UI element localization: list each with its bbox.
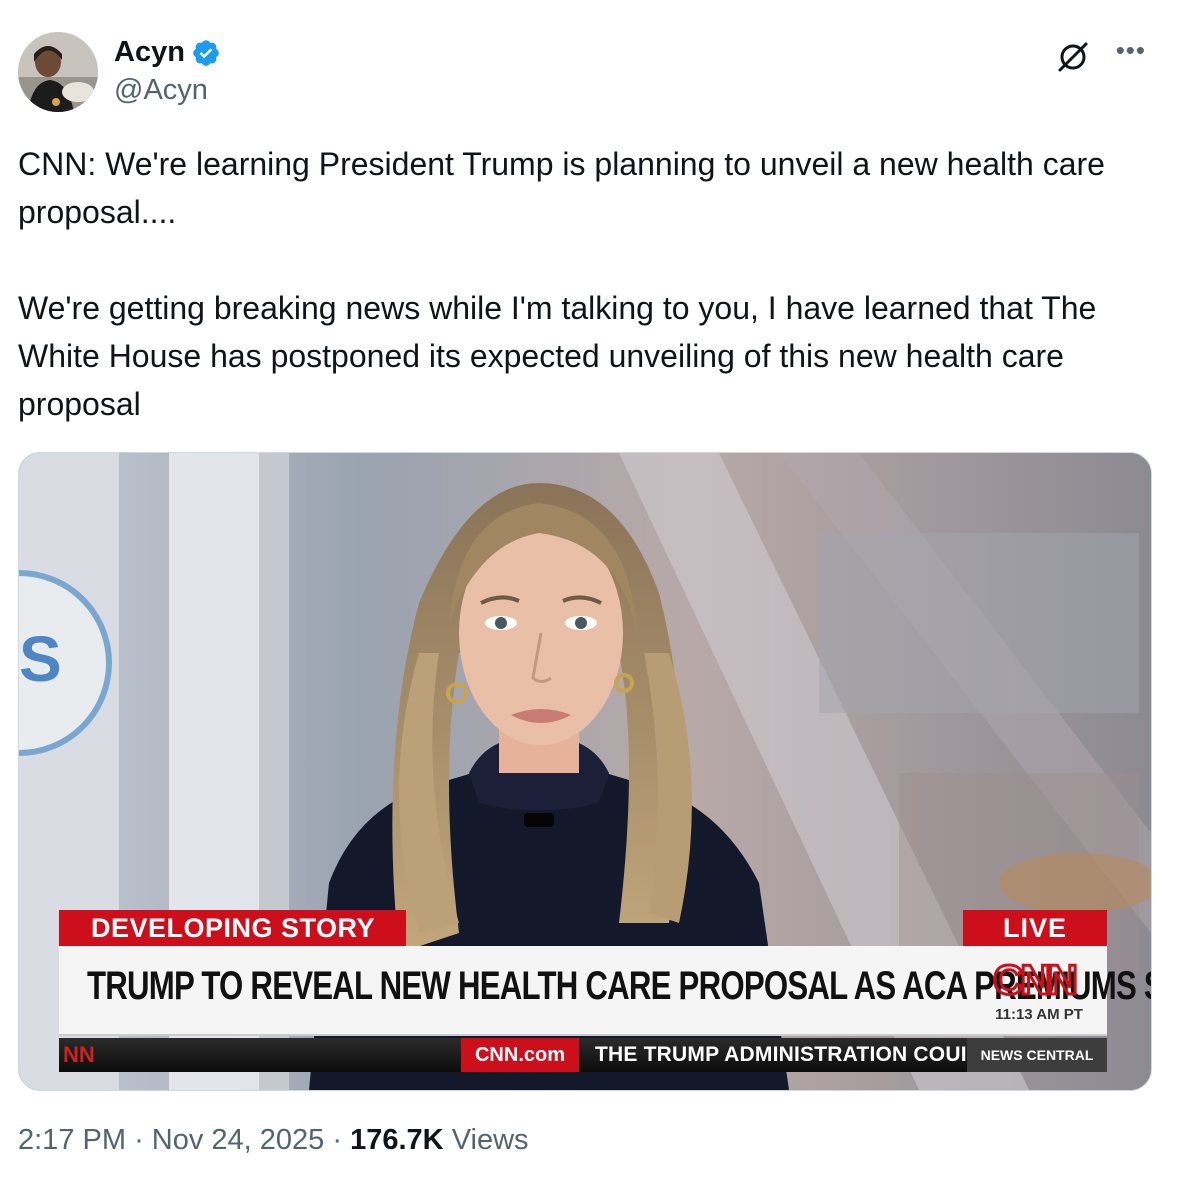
avatar[interactable] [18,32,98,112]
cnn-logo-text: CNN [993,956,1076,1002]
grok-icon[interactable] [1056,40,1090,74]
tweet-header: Acyn @Acyn ••• [18,30,1158,114]
views-count: 176.7K [350,1124,444,1156]
headline-text: TRUMP TO REVEAL NEW HEALTH CARE PROPOSAL… [87,964,1151,1008]
ticker-bar: NN CNN.com THE TRUMP ADMINISTRATION COUI… [59,1038,1107,1072]
cnn-logo: CNN [992,956,1081,1002]
video-media[interactable]: S DEVELOPING STORY LIVE TRUMP TO REVEAL … [18,452,1152,1091]
post-date[interactable]: Nov 24, 2025 [152,1124,325,1156]
tweet-meta: 2:17 PM · Nov 24, 2025 · 176.7K Views [18,1124,529,1157]
developing-story-label: DEVELOPING STORY [59,910,406,946]
author-name-row: Acyn [114,36,221,69]
meta-separator: · [134,1124,144,1156]
post-time[interactable]: 2:17 PM [18,1124,126,1156]
ticker-text: THE TRUMP ADMINISTRATION COUI [595,1043,967,1066]
author-name[interactable]: Acyn [114,36,185,69]
headline-bar: TRUMP TO REVEAL NEW HEALTH CARE PROPOSAL… [59,946,1151,1036]
cnn-com-badge: CNN.com [461,1038,579,1072]
broadcast-time: 11:13 AM PT [995,1006,1083,1023]
live-label: LIVE [963,910,1107,946]
views-label: Views [451,1124,529,1156]
tweet-paragraph: CNN: We're learning President Trump is p… [18,146,1105,230]
meta-separator: · [332,1124,343,1156]
tweet-paragraph: We're getting breaking news while I'm ta… [18,290,1097,422]
tweet-text: CNN: We're learning President Trump is p… [18,140,1148,428]
ticker-left-logo: NN [63,1042,95,1067]
lower-third: DEVELOPING STORY LIVE TRUMP TO REVEAL NE… [19,453,1151,1090]
author-handle[interactable]: @Acyn [114,74,208,107]
more-icon[interactable]: ••• [1116,37,1146,63]
network-label: NEWS CENTRAL [967,1038,1107,1072]
verified-badge-icon [193,39,219,66]
